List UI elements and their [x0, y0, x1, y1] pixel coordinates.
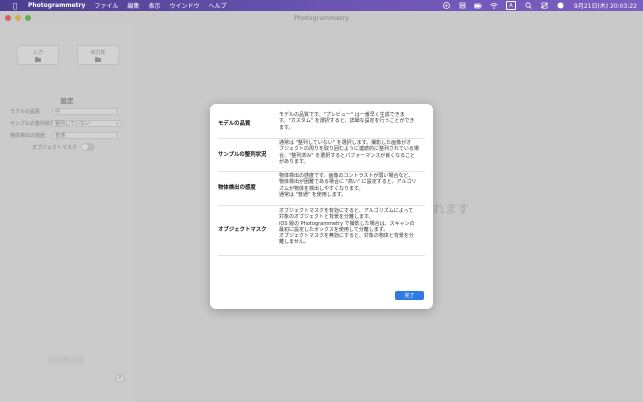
input-source-icon[interactable]: A	[506, 1, 516, 10]
status-icon[interactable]	[442, 2, 450, 9]
search-icon[interactable]	[524, 2, 532, 9]
help-term: サンプルの整列状況	[218, 152, 267, 158]
help-sheet: モデルの品質 モデルの品質です。"プレビュー" は一番早く生成できま す。"カス…	[210, 104, 433, 309]
menu-bar:  Photogrammetry ファイル 編集 表示 ウインドウ ヘルプ A …	[0, 0, 643, 11]
help-description: 物体検出の感度です。画像のコントラストが弱い場合など、 物体検出が困難である場合…	[279, 173, 425, 198]
help-row-object-mask: オブジェクトマスク オブジェクトマスクを有効にすると、アルゴリズムによって 対象…	[218, 205, 425, 256]
help-row-ordering: サンプルの整列状況 通常は "整列していない" を選択します。撮影した画像がオ …	[218, 138, 425, 172]
help-description: オブジェクトマスクを有効にすると、アルゴリズムによって 対象のオブジェクトと背景…	[279, 208, 425, 246]
apple-logo-icon[interactable]: 	[10, 2, 20, 10]
menu-bar-tray: A 9月21日(木) 20:03:22	[442, 0, 637, 11]
help-term: オブジェクトマスク	[218, 227, 267, 233]
help-row-sensitivity: 物体検出の感度 物体検出の感度です。画像のコントラストが弱い場合など、 物体検出…	[218, 171, 425, 206]
help-line: 通常は "普通" を使用します。	[279, 191, 347, 198]
help-description: モデルの品質です。"プレビュー" は一番早く生成できま す。"カスタム" を選択…	[279, 112, 425, 131]
help-line: iOS 版の Photogrammetry で撮影した場合は、スキャンの	[279, 220, 415, 227]
menu-view[interactable]: 表示	[148, 1, 160, 10]
help-row-quality: モデルの品質 モデルの品質です。"プレビュー" は一番早く生成できま す。"カス…	[218, 112, 425, 139]
help-term: 物体検出の感度	[218, 185, 256, 191]
help-line: 物体検出が困難である場合に "高い" に設定すると、アルゴリ	[279, 179, 417, 186]
menu-bar-clock[interactable]: 9月21日(木) 20:03:22	[574, 1, 637, 10]
menu-file[interactable]: ファイル	[94, 1, 118, 10]
help-term: モデルの品質	[218, 121, 251, 127]
menu-window[interactable]: ウインドウ	[169, 1, 199, 10]
help-line: す。"カスタム" を選択すると、詳細な設定を行うことができ	[279, 118, 415, 125]
menu-edit[interactable]: 編集	[127, 1, 139, 10]
done-button[interactable]: 完了	[395, 291, 424, 300]
help-line: ブジェクトの周りを取り囲むように連続的に整列されている場	[279, 146, 419, 153]
battery-icon[interactable]	[474, 2, 482, 9]
help-description: 通常は "整列していない" を選択します。撮影した画像がオ ブジェクトの周りを取…	[279, 140, 425, 165]
wifi-icon[interactable]	[490, 2, 498, 9]
menu-help[interactable]: ヘルプ	[208, 1, 226, 10]
help-line: ます。	[279, 124, 294, 131]
control-center-icon[interactable]	[540, 2, 548, 9]
menu-app-name[interactable]: Photogrammetry	[28, 2, 85, 9]
siri-icon[interactable]	[556, 2, 564, 9]
stack-icon[interactable]	[458, 2, 466, 9]
help-line: 離しません。	[279, 239, 309, 246]
help-line: 合、"整列済み" を選択するとパフォーマンスが良くなること	[279, 152, 416, 159]
help-line: があります。	[279, 158, 309, 165]
